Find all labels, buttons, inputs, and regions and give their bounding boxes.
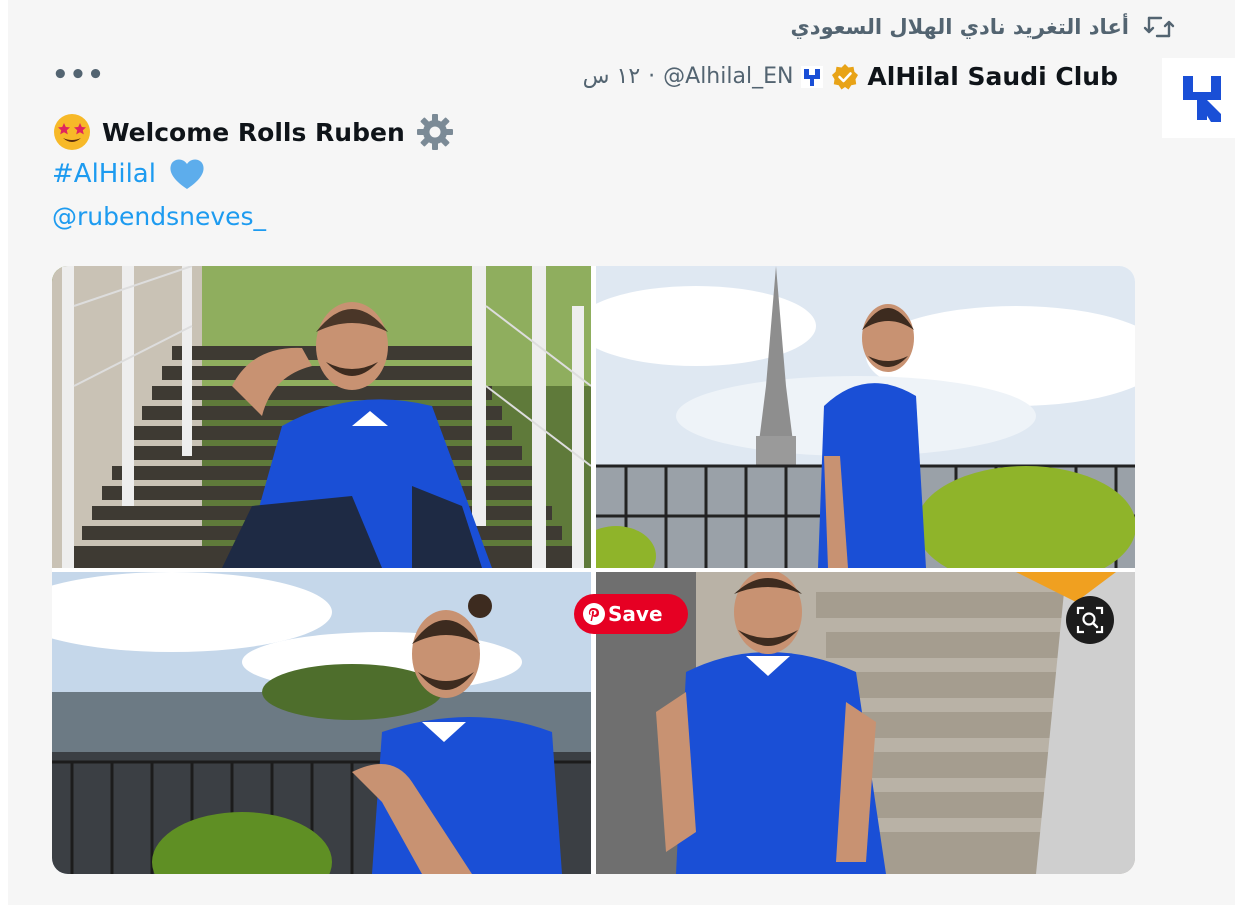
media-photo-3[interactable] bbox=[52, 572, 591, 874]
verified-badge-icon[interactable] bbox=[831, 63, 859, 91]
more-options-icon[interactable]: ••• bbox=[52, 60, 105, 90]
media-photo-2[interactable] bbox=[596, 266, 1135, 568]
tweet-text-welcome: Welcome Rolls Ruben bbox=[102, 117, 405, 147]
tweet-text-line-1: Welcome Rolls Ruben bbox=[52, 112, 455, 152]
pinterest-save-button[interactable]: Save bbox=[574, 594, 688, 634]
hashtag-link[interactable]: #AlHilal bbox=[52, 159, 156, 189]
affiliate-badge-icon[interactable] bbox=[801, 65, 824, 88]
gear-icon bbox=[416, 114, 453, 150]
tweet-header: ١٢ س · @Alhilal_EN AlHilal Saudi Club bbox=[583, 62, 1118, 91]
author-avatar[interactable] bbox=[1162, 58, 1242, 138]
media-photo-1[interactable] bbox=[52, 266, 591, 568]
author-handle[interactable]: @Alhilal_EN bbox=[663, 64, 793, 89]
separator-dot: · bbox=[648, 64, 656, 89]
blue-heart-icon bbox=[170, 159, 204, 189]
pinterest-save-label: Save bbox=[608, 602, 663, 626]
tweet-time[interactable]: ١٢ س bbox=[583, 64, 641, 89]
visual-search-button[interactable] bbox=[1066, 596, 1114, 644]
retweet-text: أعاد التغريد نادي الهلال السعودي bbox=[790, 15, 1129, 39]
author-display-name[interactable]: AlHilal Saudi Club bbox=[867, 62, 1118, 91]
pinterest-icon bbox=[583, 603, 605, 625]
media-grid bbox=[52, 266, 1135, 874]
visual-search-icon bbox=[1076, 606, 1104, 634]
star-struck-emoji-icon bbox=[54, 114, 90, 150]
alhilal-crest-icon bbox=[1183, 76, 1221, 122]
mention-link[interactable]: @rubendsneves_ bbox=[52, 202, 266, 231]
tweet-card[interactable]: أعاد التغريد نادي الهلال السعودي ١٢ س · … bbox=[8, 0, 1242, 905]
retweet-indicator[interactable]: أعاد التغريد نادي الهلال السعودي bbox=[791, 14, 1175, 40]
retweet-icon bbox=[1143, 16, 1175, 38]
tweet-text-line-2: #AlHilal bbox=[52, 157, 206, 191]
